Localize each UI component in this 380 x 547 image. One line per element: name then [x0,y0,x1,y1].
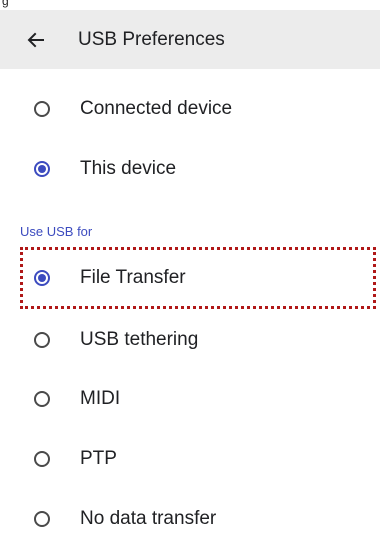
radio-checked-icon [34,270,50,286]
radio-option-midi[interactable]: MIDI [0,371,380,427]
radio-unchecked-icon [34,511,50,527]
radio-option-no-data-transfer[interactable]: No data transfer [0,491,380,547]
page-title: USB Preferences [78,28,225,50]
radio-option-this-device[interactable]: This device [0,141,380,197]
option-label: No data transfer [80,508,217,529]
option-label: Connected device [80,98,233,119]
option-label: MIDI [80,388,121,409]
back-button[interactable] [12,16,60,64]
radio-option-ptp[interactable]: PTP [0,431,380,487]
app-bar: USB Preferences [0,10,380,69]
arrow-back-icon [27,32,44,47]
option-label: USB tethering [80,329,199,350]
radio-option-usb-tethering[interactable]: USB tethering [0,312,380,368]
radio-unchecked-icon [34,391,50,407]
radio-unchecked-icon [34,101,50,117]
option-label: File Transfer [80,267,186,288]
option-label: This device [80,158,177,179]
radio-unchecked-icon [34,451,50,467]
option-label: PTP [80,448,117,469]
section-header-use-usb-for: Use USB for [20,224,93,239]
radio-checked-icon [34,161,50,177]
radio-option-connected-device[interactable]: Connected device [0,81,380,137]
status-bar-partial-glyph: g [2,0,9,8]
radio-option-file-transfer[interactable]: File Transfer [0,250,380,306]
radio-unchecked-icon [34,332,50,348]
status-bar: g [0,0,380,10]
